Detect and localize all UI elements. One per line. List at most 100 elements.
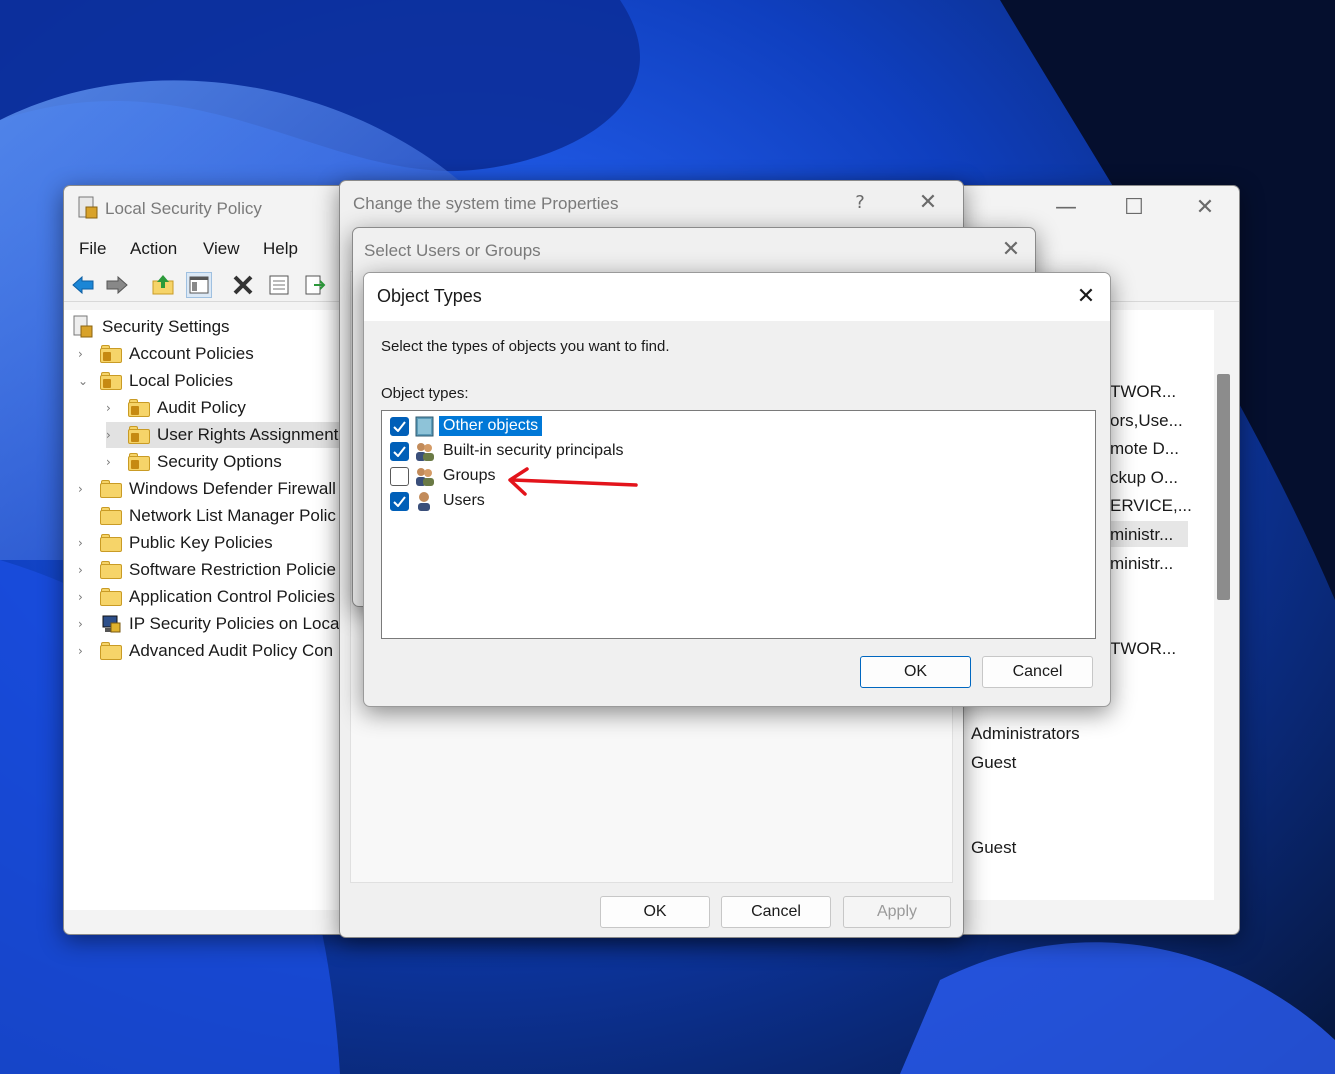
tree-node-label: Network List Manager Polic: [129, 506, 336, 525]
chevron-right-icon[interactable]: ›: [106, 401, 118, 415]
chevron-right-icon[interactable]: ›: [106, 428, 118, 442]
tree-node-label: Software Restriction Policie: [129, 560, 336, 579]
dialog-title: Select Users or Groups: [364, 241, 541, 260]
setting-value[interactable]: TWOR...: [1110, 382, 1176, 402]
menu-action[interactable]: Action: [130, 239, 177, 259]
tree-node-security-settings[interactable]: Security Settings: [72, 314, 230, 340]
locked-folder-icon: [100, 345, 122, 363]
chevron-right-icon[interactable]: ›: [78, 644, 90, 658]
dialog-title: Change the system time Properties: [353, 194, 619, 213]
export-list-icon[interactable]: [302, 272, 328, 298]
tree-node-public-key-policies[interactable]: › Public Key Policies: [78, 530, 273, 556]
tree-node-user-rights-assignment[interactable]: › User Rights Assignment: [106, 422, 354, 448]
tree-node-windows-defender-firewall[interactable]: › Windows Defender Firewall: [78, 476, 336, 502]
setting-value[interactable]: TWOR...: [1110, 639, 1176, 659]
forward-arrow-icon[interactable]: [104, 272, 130, 298]
checkbox-checked[interactable]: [390, 491, 409, 511]
vertical-scrollbar[interactable]: [1217, 374, 1230, 600]
checkbox-unchecked[interactable]: [390, 466, 409, 486]
up-folder-icon[interactable]: [150, 272, 176, 298]
locked-folder-icon: [128, 426, 150, 444]
tree-node-software-restriction[interactable]: › Software Restriction Policie: [78, 557, 336, 583]
object-types-dialog: Object Types ✕ Select the types of objec…: [363, 272, 1111, 707]
tree-node-advanced-audit[interactable]: › Advanced Audit Policy Con: [78, 638, 333, 664]
tree-node-label: Application Control Policies: [129, 587, 335, 606]
chevron-right-icon[interactable]: ›: [78, 590, 90, 604]
chevron-right-icon[interactable]: ›: [78, 617, 90, 631]
other-objects-icon: [415, 416, 434, 436]
annotation-arrow-icon: [508, 467, 638, 496]
cancel-button[interactable]: Cancel: [721, 896, 831, 928]
tree-node-label: Security Options: [157, 452, 282, 471]
tree-node-ip-security-policies[interactable]: › IP Security Policies on Local: [78, 611, 343, 637]
tree-node-label: User Rights Assignment: [157, 425, 339, 444]
chevron-right-icon[interactable]: ›: [78, 482, 90, 496]
locked-folder-icon: [100, 372, 122, 390]
setting-value[interactable]: mote D...: [1110, 439, 1179, 459]
groups-icon: [416, 467, 434, 486]
chevron-right-icon[interactable]: ›: [78, 347, 90, 361]
maximize-button[interactable]: ☐: [1114, 192, 1154, 224]
ok-button[interactable]: OK: [600, 896, 710, 928]
close-button[interactable]: ✕: [991, 234, 1031, 266]
back-arrow-icon[interactable]: [70, 272, 96, 298]
tree-node-audit-policy[interactable]: › Audit Policy: [106, 395, 246, 421]
chevron-down-icon[interactable]: ⌄: [78, 374, 90, 388]
chevron-right-icon[interactable]: ›: [106, 455, 118, 469]
menu-view[interactable]: View: [203, 239, 240, 259]
tree-node-application-control[interactable]: › Application Control Policies: [78, 584, 335, 610]
list-item-groups[interactable]: Groups: [390, 464, 499, 488]
setting-value[interactable]: ckup O...: [1110, 468, 1178, 488]
minimize-button[interactable]: —: [1046, 192, 1086, 224]
close-button[interactable]: ✕: [1185, 192, 1225, 224]
tree-node-account-policies[interactable]: › Account Policies: [78, 341, 254, 367]
ok-button[interactable]: OK: [860, 656, 971, 688]
tree-node-label: Advanced Audit Policy Con: [129, 641, 334, 660]
security-settings-icon: [73, 315, 93, 338]
folder-icon: [100, 480, 122, 498]
tree-node-label: Account Policies: [129, 344, 254, 363]
close-button[interactable]: ✕: [908, 187, 948, 219]
list-item-users[interactable]: Users: [390, 489, 489, 513]
list-item-label: Other objects: [439, 416, 543, 436]
folder-icon: [100, 534, 122, 552]
chevron-right-icon[interactable]: ›: [78, 536, 90, 550]
setting-value[interactable]: ministr...: [1110, 525, 1173, 545]
tree-node-network-list-manager[interactable]: Network List Manager Polic: [78, 503, 336, 529]
console-tree: Security Settings › Account Policies ⌄ L…: [64, 310, 354, 910]
list-item-label: Built-in security principals: [443, 442, 624, 459]
setting-value[interactable]: ministr...: [1110, 554, 1173, 574]
list-item-built-in-security-principals[interactable]: Built-in security principals: [390, 439, 628, 463]
tree-node-label: Local Policies: [129, 371, 233, 390]
checkbox-checked[interactable]: [390, 441, 409, 461]
help-button[interactable]: ?: [840, 187, 880, 219]
tree-node-label: IP Security Policies on Local: [129, 614, 344, 633]
folder-icon: [100, 588, 122, 606]
tree-node-security-options[interactable]: › Security Options: [106, 449, 282, 475]
show-hide-tree-icon[interactable]: [186, 272, 212, 298]
list-item-other-objects[interactable]: Other objects: [390, 414, 543, 438]
object-types-list[interactable]: Other objects Built-in security principa…: [381, 410, 1096, 639]
security-principals-icon: [416, 442, 434, 461]
list-item-label: Users: [443, 492, 485, 509]
tree-node-label: Audit Policy: [157, 398, 246, 417]
security-policy-icon: [78, 196, 98, 219]
menu-help[interactable]: Help: [263, 239, 298, 259]
menu-file[interactable]: File: [79, 239, 106, 259]
close-button[interactable]: ✕: [1066, 281, 1106, 313]
setting-value[interactable]: ors,Use...: [1110, 411, 1183, 431]
setting-value[interactable]: ERVICE,...: [1110, 496, 1192, 516]
setting-value[interactable]: Guest: [971, 753, 1016, 773]
delete-icon[interactable]: [230, 272, 256, 298]
apply-button[interactable]: Apply: [843, 896, 951, 928]
ip-security-icon: [102, 615, 121, 633]
setting-value[interactable]: Guest: [971, 838, 1016, 858]
properties-icon[interactable]: [266, 272, 292, 298]
cancel-button[interactable]: Cancel: [982, 656, 1093, 688]
setting-value[interactable]: Administrators: [971, 724, 1080, 744]
tree-node-local-policies[interactable]: ⌄ Local Policies: [78, 368, 233, 394]
checkbox-checked[interactable]: [390, 416, 409, 436]
instruction-text: Select the types of objects you want to …: [381, 338, 670, 355]
chevron-right-icon[interactable]: ›: [78, 563, 90, 577]
user-icon: [418, 491, 430, 511]
